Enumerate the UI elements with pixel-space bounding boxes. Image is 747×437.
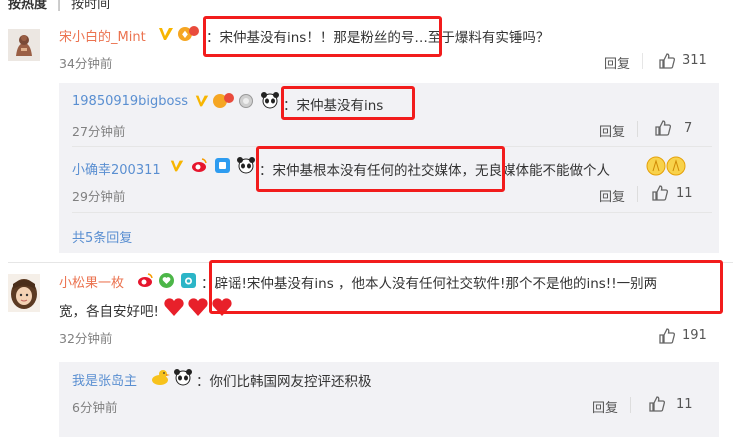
reply-divider	[72, 212, 712, 213]
reply-text: ：宋仲基没有ins	[283, 98, 384, 114]
camera-badge-icon	[180, 272, 197, 293]
like-thumb-icon[interactable]	[648, 395, 666, 413]
reply-button[interactable]: 回复	[604, 328, 630, 347]
sort-tabs: 按热度 | 按时间	[8, 0, 110, 12]
verified-v-icon	[194, 93, 210, 113]
action-divider	[637, 186, 638, 202]
comment-text-line1: ：辟谣!宋仲基没有ins ，他本人没有任何社交软件!那个不是他的ins!!一别两	[201, 276, 658, 292]
comment-text: ：宋仲基没有ins！！那是粉丝的号…至于爆料有实锤吗？	[206, 30, 550, 46]
duck-emoji-icon	[150, 368, 170, 390]
medal-icon	[238, 93, 254, 113]
weibo-badge-icon	[190, 156, 208, 178]
reply-username[interactable]: 19850919bigboss	[72, 94, 188, 109]
reply-username[interactable]: 我是张岛主	[72, 370, 137, 389]
more-replies-link[interactable]: 共5条回复	[72, 227, 132, 246]
reply-button[interactable]: 回复	[599, 186, 625, 205]
like-count: 7	[684, 121, 693, 136]
like-count: 11	[676, 186, 693, 201]
action-divider	[630, 397, 631, 413]
svg-text:♦: ♦	[181, 30, 190, 41]
reply-time: 29分钟前	[72, 189, 126, 204]
avatar-girl-icon	[8, 274, 40, 312]
reply-divider	[72, 146, 712, 147]
like-count: 311	[682, 53, 707, 68]
comment-text-line2: 宽，各自安好吧!	[59, 304, 159, 320]
member-badge-icon	[213, 92, 235, 114]
member-badge-icon: ♦	[178, 25, 200, 47]
red-hearts-emoji-icon	[163, 296, 235, 322]
reply-text: ：宋仲基根本没有任何的社交媒体，无良媒体能不能做个人	[259, 163, 610, 179]
reply-button[interactable]: 回复	[599, 121, 625, 140]
comment-username[interactable]: 宋小白的_Mint	[59, 26, 146, 45]
green-heart-badge-icon	[158, 272, 175, 293]
panda-icon	[236, 156, 256, 178]
reply-text: ：你们比韩国网友控评还积极	[196, 374, 372, 390]
like-thumb-icon[interactable]	[658, 52, 676, 70]
prayer-hands-emoji-icon	[645, 155, 687, 181]
avatar[interactable]	[8, 29, 40, 61]
like-count: 191	[682, 328, 707, 343]
verified-v-icon	[169, 158, 185, 178]
panda-icon	[260, 91, 280, 113]
like-thumb-icon[interactable]	[651, 184, 669, 202]
comment-time: 34分钟前	[59, 56, 113, 71]
reply-time: 27分钟前	[72, 124, 126, 139]
avatar[interactable]	[8, 274, 40, 312]
reply-button[interactable]: 回复	[592, 397, 618, 416]
comment-divider	[8, 262, 733, 263]
reply-time: 6分钟前	[72, 400, 118, 415]
reply-button[interactable]: 回复	[604, 53, 630, 72]
tab-separator: |	[57, 0, 62, 11]
tab-by-hot[interactable]: 按热度	[8, 0, 47, 12]
avatar-figure-icon	[8, 29, 40, 61]
tab-by-time[interactable]: 按时间	[71, 0, 110, 12]
weibo-badge-icon	[136, 271, 154, 293]
like-thumb-icon[interactable]	[658, 327, 676, 345]
like-count: 11	[676, 397, 693, 412]
reply-username[interactable]: 小确幸200311	[72, 159, 161, 178]
comment-time: 32分钟前	[59, 331, 113, 346]
verified-v-icon	[157, 25, 175, 47]
comment-username[interactable]: 小松果一枚	[59, 272, 124, 291]
blue-app-icon	[214, 157, 231, 178]
action-divider	[642, 53, 643, 69]
like-thumb-icon[interactable]	[654, 119, 672, 137]
action-divider	[637, 121, 638, 137]
panda-icon	[173, 368, 193, 390]
